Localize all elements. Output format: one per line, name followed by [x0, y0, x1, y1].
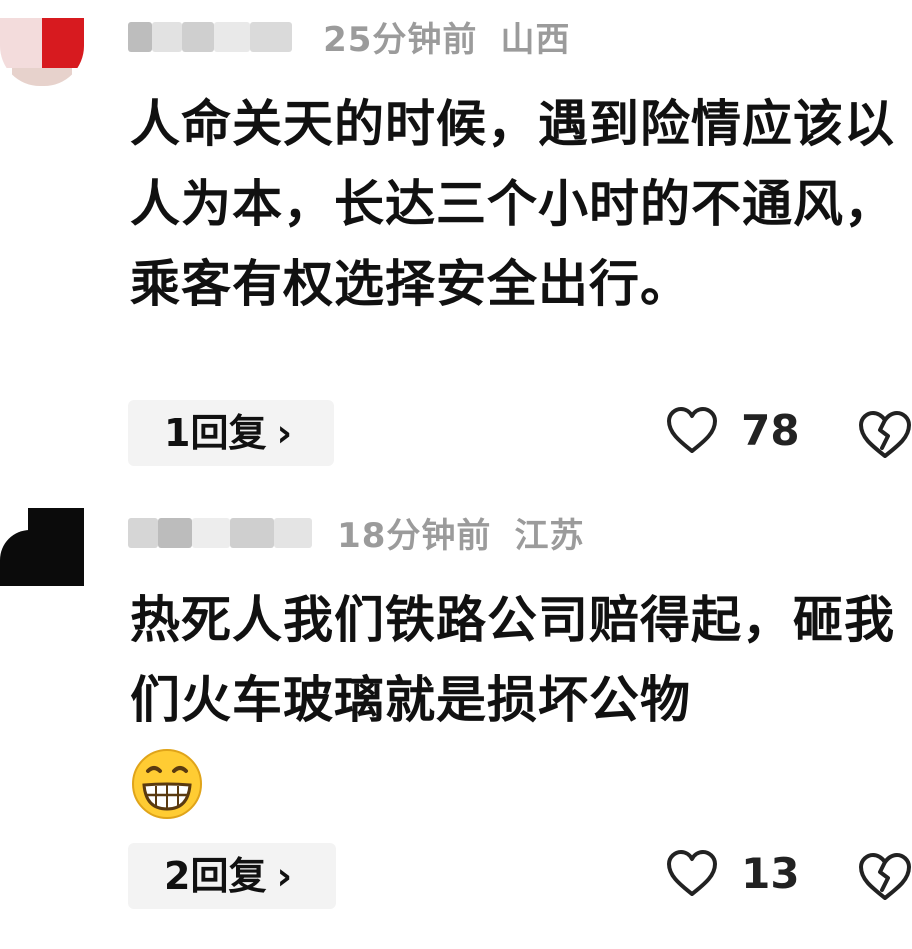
- dislike-button[interactable]: [858, 850, 912, 902]
- avatar[interactable]: [0, 508, 84, 588]
- comment-item: 18分钟前 江苏 热死人我们铁路公司赔得起，砸我们火车玻璃就是损坏公物 2回复 ›…: [0, 488, 912, 949]
- chevron-right-icon: ›: [276, 854, 293, 898]
- like-button[interactable]: 78: [666, 405, 800, 465]
- comment-text: 人命关天的时候，遇到险情应该以人为本，长达三个小时的不通风，乘客有权选择安全出行…: [130, 95, 895, 313]
- comment-meta: 25分钟前 山西: [128, 12, 571, 72]
- heart-outline-icon: [667, 850, 717, 896]
- like-button[interactable]: 13: [666, 848, 800, 908]
- comment-location: 江苏: [514, 516, 585, 556]
- comment-time: 25分钟前: [323, 20, 478, 60]
- like-count: 13: [741, 848, 800, 898]
- view-replies-button[interactable]: 1回复 ›: [128, 400, 334, 466]
- comment-meta: 18分钟前 江苏: [128, 508, 585, 568]
- username-blurred[interactable]: [128, 21, 292, 52]
- comment-location: 山西: [500, 20, 571, 60]
- broken-heart-outline-icon: [859, 853, 911, 900]
- comment-time: 18分钟前: [337, 516, 492, 556]
- broken-heart-outline-icon: [859, 411, 911, 458]
- reply-count: 2: [164, 854, 191, 898]
- view-replies-button[interactable]: 2回复 ›: [128, 843, 336, 909]
- heart-outline-icon: [667, 407, 717, 453]
- dislike-button[interactable]: [858, 408, 912, 460]
- chevron-right-icon: ›: [276, 411, 293, 455]
- comment-text-content: 热死人我们铁路公司赔得起，砸我们火车玻璃就是损坏公物: [130, 591, 895, 729]
- grinning-face-emoji-icon: [132, 748, 202, 819]
- username-blurred[interactable]: [128, 517, 312, 548]
- reply-count: 1: [164, 411, 191, 455]
- reply-label: 回复: [190, 411, 267, 455]
- avatar[interactable]: [0, 18, 84, 86]
- comment-text: 热死人我们铁路公司赔得起，砸我们火车玻璃就是损坏公物: [130, 580, 905, 821]
- reply-label: 回复: [190, 854, 267, 898]
- comment-item: 25分钟前 山西 人命关天的时候，遇到险情应该以人为本，长达三个小时的不通风，乘…: [0, 0, 912, 480]
- like-count: 78: [741, 405, 800, 455]
